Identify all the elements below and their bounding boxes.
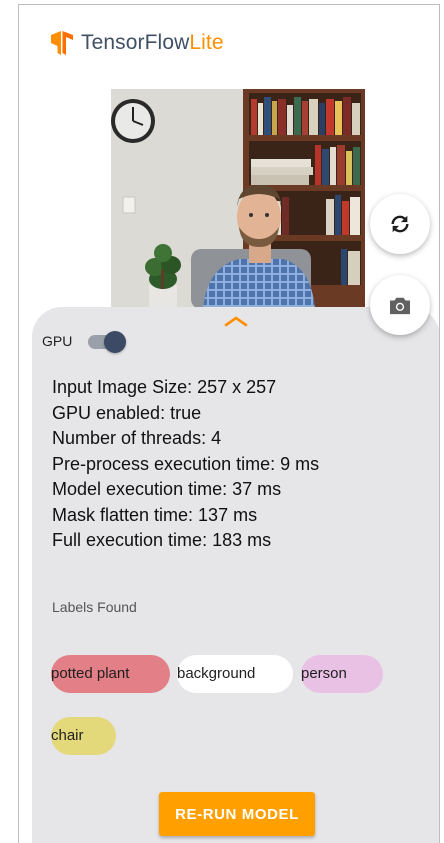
brand-name: TensorFlow xyxy=(81,31,190,54)
stat-preprocess-time: Pre-process execution time: 9 ms xyxy=(52,453,320,474)
label-chip-background: background xyxy=(177,655,293,693)
app-header: TensorFlowLite xyxy=(51,29,224,57)
label-chip-potted-plant: potted plant xyxy=(51,655,170,693)
gpu-toggle-thumb xyxy=(104,331,127,353)
brand-title: TensorFlowLite xyxy=(81,31,224,55)
brand-accent: Lite xyxy=(189,31,224,54)
capture-button[interactable] xyxy=(370,275,430,335)
app-window: TensorFlowLite GPU Input Image Size: 257… xyxy=(18,4,440,843)
stat-mask-flatten-time: Mask flatten time: 137 ms xyxy=(52,504,258,525)
camera-icon xyxy=(390,297,410,315)
label-chip-person: person xyxy=(301,655,383,693)
camera-preview xyxy=(111,89,365,309)
gpu-label: GPU xyxy=(42,333,73,349)
camera-switch-icon xyxy=(391,215,409,233)
chevron-up-icon[interactable] xyxy=(224,315,248,327)
stat-gpu-enabled: GPU enabled: true xyxy=(52,402,202,423)
labels-found-title: Labels Found xyxy=(52,599,137,615)
stat-threads: Number of threads: 4 xyxy=(52,428,222,448)
gpu-row: GPU xyxy=(42,331,127,353)
stat-input-size: Input Image Size: 257 x 257 xyxy=(52,377,277,397)
tensorflow-logo-icon xyxy=(51,31,73,55)
stat-full-time: Full execution time: 183 ms xyxy=(52,530,272,550)
bottom-sheet: GPU Input Image Size: 257 x 257 GPU enab… xyxy=(32,307,439,843)
switch-camera-button[interactable] xyxy=(370,194,430,254)
stat-model-time: Model execution time: 37 ms xyxy=(52,479,282,499)
inference-stats: Input Image Size: 257 x 257 GPU enabled:… xyxy=(52,375,319,554)
gpu-toggle[interactable] xyxy=(86,331,127,353)
label-chip-chair: chair xyxy=(51,717,116,755)
rerun-model-button[interactable]: RE-RUN MODEL xyxy=(159,792,315,836)
preview-image xyxy=(111,89,365,309)
